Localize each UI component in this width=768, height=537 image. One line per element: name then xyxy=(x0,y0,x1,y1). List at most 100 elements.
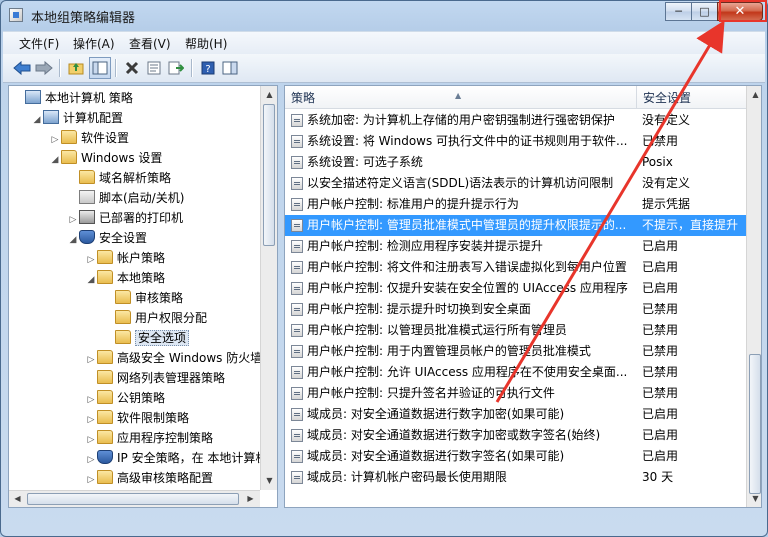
tree-item[interactable]: ◢ 安全设置 xyxy=(67,228,147,248)
tree-horizontal-scrollbar[interactable]: ◀ ▶ xyxy=(9,490,260,507)
export-list-icon[interactable] xyxy=(165,57,187,79)
policy-name: 域成员: 对安全通道数据进行数字签名(如果可能) xyxy=(307,449,565,463)
tree-expander-icon[interactable]: ▷ xyxy=(85,410,97,430)
tree-item[interactable]: ▷ 应用程序控制策略 xyxy=(85,428,213,448)
policy-row[interactable]: 用户帐户控制: 管理员批准模式中管理员的提升权限提示的... 不提示，直接提升 xyxy=(285,215,746,236)
policy-list[interactable]: 策略 ▲ 安全设置 系统加密: 为计算机上存储的用户密钥强制进行强密钥保护 没有定… xyxy=(284,85,762,508)
tree-expander-icon[interactable]: ▷ xyxy=(85,350,97,370)
policy-icon xyxy=(291,450,303,463)
menu-help[interactable]: 帮助(H) xyxy=(185,35,227,52)
back-arrow-icon[interactable] xyxy=(11,57,33,79)
scroll-up-arrow[interactable]: ▲ xyxy=(747,86,761,103)
tree-item[interactable]: ▷ 软件设置 xyxy=(49,128,129,148)
minimize-button[interactable]: ─ xyxy=(665,2,692,21)
scroll-right-arrow[interactable]: ▶ xyxy=(242,491,259,507)
policy-row[interactable]: 用户帐户控制: 允许 UIAccess 应用程序在不使用安全桌面... 已禁用 xyxy=(285,362,746,383)
tree-item[interactable]: 网络列表管理器策略 xyxy=(85,368,225,388)
policy-row[interactable]: 用户帐户控制: 标准用户的提升提示行为 提示凭据 xyxy=(285,194,746,215)
policy-row[interactable]: 以安全描述符定义语言(SDDL)语法表示的计算机访问限制 没有定义 xyxy=(285,173,746,194)
scroll-thumb[interactable] xyxy=(263,104,275,246)
title-bar[interactable]: 本地组策略编辑器 ─ □ ✕ xyxy=(1,1,767,29)
policy-name: 用户帐户控制: 提示提升时切换到安全桌面 xyxy=(307,302,531,316)
close-button[interactable]: ✕ xyxy=(717,2,763,21)
policy-row[interactable]: 域成员: 对安全通道数据进行数字加密(如果可能) 已启用 xyxy=(285,404,746,425)
tree-item[interactable]: 域名解析策略 xyxy=(67,168,171,188)
tree-expander-icon[interactable]: ▷ xyxy=(85,450,97,470)
policy-row[interactable]: 用户帐户控制: 将文件和注册表写入错误虚拟化到每用户位置 已启用 xyxy=(285,257,746,278)
tree-item[interactable]: 审核策略 xyxy=(103,288,183,308)
policy-row[interactable]: 域成员: 对安全通道数据进行数字加密或数字签名(始终) 已启用 xyxy=(285,425,746,446)
tree-item[interactable]: ▷ 帐户策略 xyxy=(85,248,165,268)
tree-item-label: 已部署的打印机 xyxy=(99,211,184,225)
tree-item[interactable]: ◢ 计算机配置 xyxy=(31,108,123,128)
up-folder-icon[interactable] xyxy=(65,57,87,79)
tree-item[interactable]: ▷ 高级安全 Windows 防火墙 xyxy=(85,348,262,368)
show-pane-icon[interactable] xyxy=(219,57,241,79)
scroll-left-arrow[interactable]: ◀ xyxy=(9,491,26,507)
tree-item[interactable]: 脚本(启动/关机) xyxy=(67,188,184,208)
tree-item[interactable]: ◢ 本地策略 xyxy=(85,268,165,288)
tree-item[interactable]: 用户权限分配 xyxy=(103,308,207,328)
tree-item[interactable]: ▷ IP 安全策略，在 本地计算机 xyxy=(85,448,267,468)
policy-row[interactable]: 用户帐户控制: 检测应用程序安装并提示提升 已启用 xyxy=(285,236,746,257)
policy-row[interactable]: 用户帐户控制: 仅提升安装在安全位置的 UIAccess 应用程序 已启用 xyxy=(285,278,746,299)
policy-name: 系统加密: 为计算机上存储的用户密钥强制进行强密钥保护 xyxy=(307,113,615,127)
scroll-thumb[interactable] xyxy=(749,354,761,494)
column-policy[interactable]: 策略 ▲ xyxy=(285,86,636,108)
show-hide-tree-icon[interactable] xyxy=(89,57,111,79)
policy-row[interactable]: 域成员: 计算机帐户密码最长使用期限 30 天 xyxy=(285,467,746,488)
tree-expander-icon[interactable]: ▷ xyxy=(85,250,97,270)
policy-row[interactable]: 用户帐户控制: 只提升签名并验证的可执行文件 已禁用 xyxy=(285,383,746,404)
tree-item[interactable]: ▷ 高级审核策略配置 xyxy=(85,468,213,488)
tree-item-label: 安全设置 xyxy=(99,231,148,245)
help-icon[interactable]: ? xyxy=(197,57,219,79)
policy-row[interactable]: 系统设置: 将 Windows 可执行文件中的证书规则用于软件... 已禁用 xyxy=(285,131,746,152)
tree-expander-icon[interactable]: ◢ xyxy=(31,110,43,130)
policy-setting-value: 已启用 xyxy=(642,239,679,253)
tree-vertical-scrollbar[interactable]: ▲ ▼ xyxy=(260,86,277,490)
folder-icon xyxy=(61,130,77,144)
console-tree[interactable]: 本地计算机 策略 ◢ 计算机配置 ▷ 软件设置 ◢ Windows 设置 域名解析策略 脚本(启… xyxy=(8,85,278,508)
tree-item[interactable]: ◢ Windows 设置 xyxy=(49,148,162,168)
tree-expander-icon[interactable]: ▷ xyxy=(85,470,97,490)
scroll-down-arrow[interactable]: ▼ xyxy=(261,472,278,489)
tree-expander-icon[interactable]: ◢ xyxy=(85,270,97,290)
menu-bar: 文件(F) 操作(A) 查看(V) 帮助(H) xyxy=(3,31,765,55)
tree-item[interactable]: ▷ 软件限制策略 xyxy=(85,408,189,428)
tree-item[interactable]: 安全选项 xyxy=(103,328,190,348)
properties-icon[interactable] xyxy=(143,57,165,79)
menu-action[interactable]: 操作(A) xyxy=(73,35,115,52)
policy-setting-value: 不提示，直接提升 xyxy=(642,218,739,232)
policy-row[interactable]: 系统加密: 为计算机上存储的用户密钥强制进行强密钥保护 没有定义 xyxy=(285,110,746,131)
policy-name: 用户帐户控制: 检测应用程序安装并提示提升 xyxy=(307,239,543,253)
list-vertical-scrollbar[interactable]: ▲ ▼ xyxy=(746,86,761,507)
tree-item[interactable]: ▷ 已部署的打印机 xyxy=(67,208,183,228)
policy-name: 域成员: 对安全通道数据进行数字加密(如果可能) xyxy=(307,407,565,421)
forward-arrow-icon[interactable] xyxy=(33,57,55,79)
tree-expander-icon[interactable]: ▷ xyxy=(49,130,61,150)
tree-item[interactable]: ▷ 公钥策略 xyxy=(85,388,165,408)
menu-file[interactable]: 文件(F) xyxy=(19,35,59,52)
tree-expander-icon[interactable]: ◢ xyxy=(49,150,61,170)
policy-row[interactable]: 用户帐户控制: 用于内置管理员帐户的管理员批准模式 已禁用 xyxy=(285,341,746,362)
folder-icon xyxy=(97,470,113,484)
folder-icon xyxy=(79,170,95,184)
tree-expander-icon[interactable]: ▷ xyxy=(85,430,97,450)
scroll-thumb[interactable] xyxy=(27,493,239,505)
tree-item[interactable]: 本地计算机 策略 xyxy=(13,88,133,108)
policy-icon xyxy=(291,429,303,442)
policy-row[interactable]: 用户帐户控制: 提示提升时切换到安全桌面 已禁用 xyxy=(285,299,746,320)
policy-row[interactable]: 域成员: 对安全通道数据进行数字签名(如果可能) 已启用 xyxy=(285,446,746,467)
tree-expander-icon[interactable]: ▷ xyxy=(85,390,97,410)
tree-expander-icon[interactable]: ▷ xyxy=(67,210,79,230)
script-icon xyxy=(79,190,95,204)
policy-row[interactable]: 系统设置: 可选子系统 Posix xyxy=(285,152,746,173)
menu-view[interactable]: 查看(V) xyxy=(129,35,171,52)
scroll-up-arrow[interactable]: ▲ xyxy=(261,86,278,103)
scroll-down-arrow[interactable]: ▼ xyxy=(747,490,761,507)
tree-expander-icon[interactable]: ◢ xyxy=(67,230,79,250)
maximize-button[interactable]: □ xyxy=(691,2,718,21)
delete-icon[interactable] xyxy=(121,57,143,79)
policy-row[interactable]: 用户帐户控制: 以管理员批准模式运行所有管理员 已禁用 xyxy=(285,320,746,341)
column-security-setting[interactable]: 安全设置 xyxy=(636,86,746,108)
